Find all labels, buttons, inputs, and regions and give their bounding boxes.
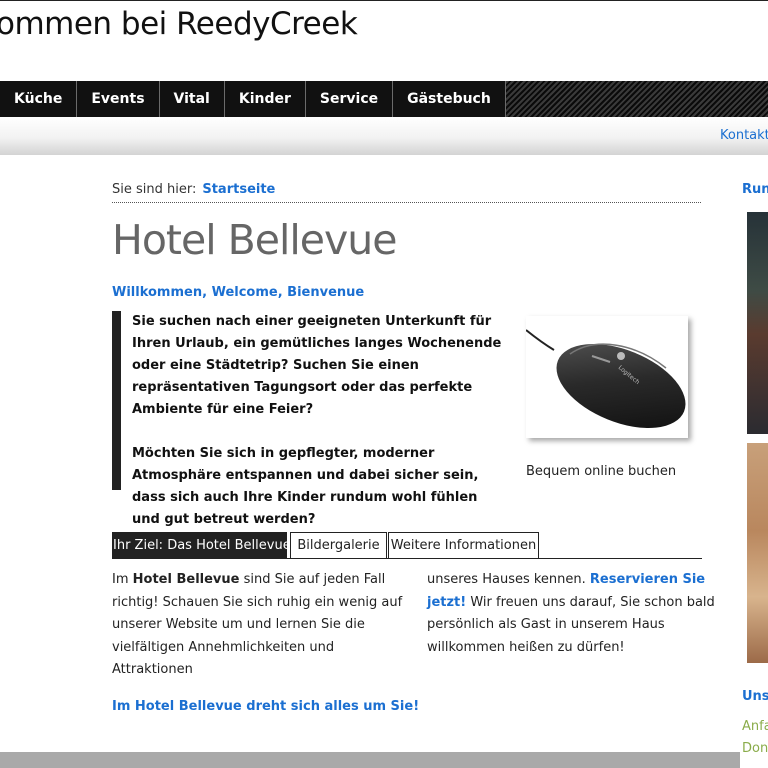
body-text-left-rest: sind Sie auf jeden Fall richtig! Schauen… — [112, 572, 403, 677]
sidebar-heading-2: Uns — [742, 689, 768, 704]
sub-navigation-bar — [0, 117, 768, 155]
intro-quote: Sie suchen nach einer geeigneten Unterku… — [112, 311, 508, 527]
tagline-link[interactable]: Im Hotel Bellevue dreht sich alles um Si… — [112, 699, 419, 714]
body-text-right-rest: Wir freuen uns darauf, Sie schon bald pe… — [427, 594, 715, 655]
body-text-right-start: unseres Hauses kennen. — [427, 572, 590, 587]
page-title: Hotel Bellevue — [112, 216, 397, 264]
intro-paragraph-1: Sie suchen nach einer geeigneten Unterku… — [132, 314, 502, 417]
breadcrumb-home-link[interactable]: Startseite — [202, 182, 275, 197]
photo-caption: Bequem online buchen — [526, 464, 677, 479]
tab-weitere-informationen[interactable]: Weitere Informationen — [388, 532, 539, 558]
sidebar-heading-1: Run — [742, 182, 768, 197]
content-tabs: Ihr Ziel: Das Hotel Bellevue Bildergaler… — [112, 532, 702, 559]
body-text-right: unseres Hauses kennen. Reservieren Sie j… — [427, 569, 717, 659]
computer-mouse-image[interactable]: Logitech — [526, 316, 688, 438]
computer-mouse-icon: Logitech — [526, 329, 686, 428]
sidebar-link-1[interactable]: Anfa — [742, 719, 768, 734]
horizontal-scrollbar[interactable] — [0, 752, 740, 768]
breadcrumb: Sie sind hier: Startseite — [112, 182, 701, 203]
contact-link[interactable]: Kontakt — [720, 128, 768, 143]
nav-item-vital[interactable]: Vital — [159, 81, 225, 117]
welcome-heading: Willkommen, Welcome, Bienvenue — [112, 285, 365, 300]
nav-item-kueche[interactable]: Küche — [0, 81, 78, 117]
nav-item-gaestebuch[interactable]: Gästebuch — [393, 81, 506, 117]
top-border — [0, 0, 768, 1]
sidebar-photo-1[interactable] — [747, 212, 768, 434]
site-title: ommen bei ReedyCreek — [0, 6, 358, 42]
body-text-prefix: Im — [112, 572, 133, 587]
body-hotel-name: Hotel Bellevue — [132, 572, 240, 587]
sidebar-link-2[interactable]: Don — [742, 741, 768, 756]
body-text-left: Im Hotel Bellevue sind Sie auf jeden Fal… — [112, 569, 412, 682]
nav-item-service[interactable]: Service — [305, 81, 394, 117]
main-navigation: Küche Events Vital Kinder Service Gästeb… — [0, 81, 768, 117]
nav-item-events[interactable]: Events — [77, 81, 160, 117]
tab-hotel-bellevue[interactable]: Ihr Ziel: Das Hotel Bellevue — [112, 532, 291, 558]
tab-bildergalerie[interactable]: Bildergalerie — [290, 532, 387, 558]
breadcrumb-label: Sie sind hier: — [112, 182, 197, 197]
nav-item-kinder[interactable]: Kinder — [224, 81, 306, 117]
sidebar-photo-2[interactable] — [747, 443, 768, 663]
intro-paragraph-2: Möchten Sie sich in gepflegter, moderner… — [132, 446, 479, 527]
